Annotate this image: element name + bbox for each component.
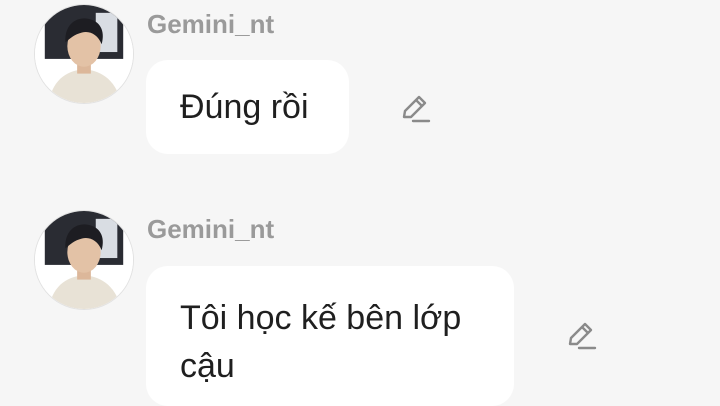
avatar-photo-icon (35, 211, 133, 309)
sender-name: Gemini_nt (147, 214, 275, 244)
pencil-edit-icon[interactable] (397, 91, 431, 125)
message-bubble[interactable]: Tôi học kế bên lớp cậu (146, 266, 514, 406)
user-avatar[interactable] (34, 4, 134, 104)
message-bubble[interactable]: Đúng rồi (146, 60, 349, 154)
user-avatar[interactable] (34, 210, 134, 310)
pencil-edit-icon[interactable] (563, 318, 597, 352)
sender-name: Gemini_nt (147, 9, 275, 39)
avatar-photo-icon (35, 5, 133, 103)
